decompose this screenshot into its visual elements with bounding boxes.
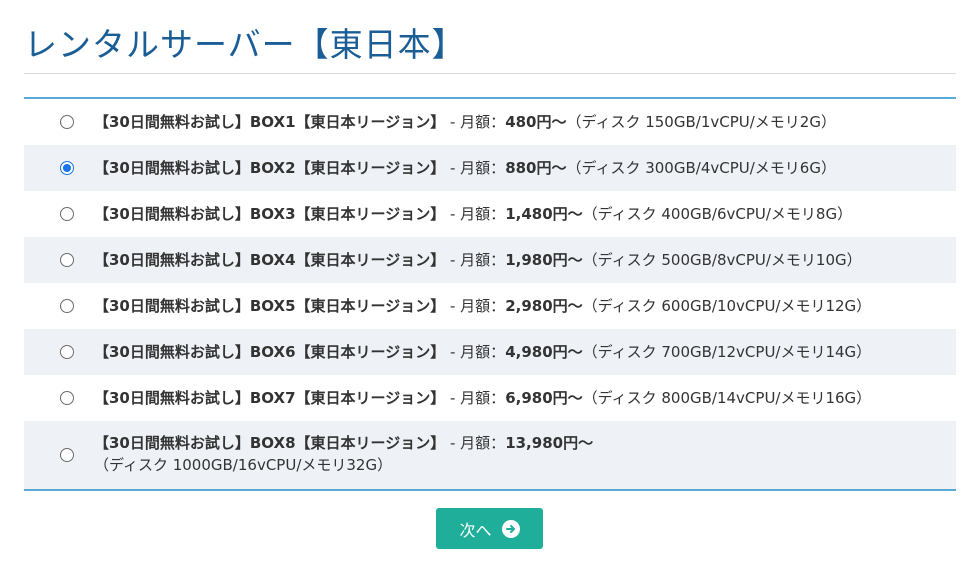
plan-label: 【30日間無料お試し】BOX8【東日本リージョン】 - 月額：13,980円〜 （… xyxy=(94,432,886,476)
radio-box2[interactable] xyxy=(60,161,74,175)
price-prefix: - 月額： xyxy=(445,297,506,315)
plan-label: 【30日間無料お試し】BOX5【東日本リージョン】 - 月額：2,980円〜（デ… xyxy=(94,295,916,317)
plan-option-box6[interactable]: 【30日間無料お試し】BOX6【東日本リージョン】 - 月額：4,980円〜（デ… xyxy=(24,329,956,375)
title-divider xyxy=(24,73,956,74)
plan-price: 1,480円〜 xyxy=(505,205,583,223)
radio-box7[interactable] xyxy=(60,391,74,405)
price-prefix: - 月額： xyxy=(445,251,506,269)
radio-box1[interactable] xyxy=(60,115,74,129)
plan-price: 6,980円〜 xyxy=(505,389,583,407)
radio-box4[interactable] xyxy=(60,253,74,267)
plan-spec: （ディスク 400GB/6vCPU/メモリ8G） xyxy=(582,205,853,223)
plan-price: 2,980円〜 xyxy=(505,297,583,315)
plan-name: 【30日間無料お試し】BOX6【東日本リージョン】 xyxy=(94,343,446,361)
page-title: レンタルサーバー【東日本】 xyxy=(24,25,466,64)
plan-spec: （ディスク 1000GB/16vCPU/メモリ32G） xyxy=(94,456,393,474)
plan-label: 【30日間無料お試し】BOX7【東日本リージョン】 - 月額：6,980円〜（デ… xyxy=(94,387,916,409)
radio-box3[interactable] xyxy=(60,207,74,221)
price-prefix: - 月額： xyxy=(445,434,506,452)
plan-price: 480円〜 xyxy=(505,113,567,131)
plan-name: 【30日間無料お試し】BOX2【東日本リージョン】 xyxy=(94,159,446,177)
plan-name: 【30日間無料お試し】BOX8【東日本リージョン】 xyxy=(94,434,446,452)
plan-spec: （ディスク 150GB/1vCPU/メモリ2G） xyxy=(566,113,836,131)
plan-spec: （ディスク 800GB/14vCPU/メモリ16G） xyxy=(582,389,872,407)
next-button-label: 次へ xyxy=(459,520,492,540)
plan-price: 880円〜 xyxy=(505,159,567,177)
price-prefix: - 月額： xyxy=(445,159,506,177)
radio-box6[interactable] xyxy=(60,345,74,359)
plan-name: 【30日間無料お試し】BOX7【東日本リージョン】 xyxy=(94,389,446,407)
plan-option-box7[interactable]: 【30日間無料お試し】BOX7【東日本リージョン】 - 月額：6,980円〜（デ… xyxy=(24,375,956,421)
price-prefix: - 月額： xyxy=(445,343,506,361)
plan-spec: （ディスク 300GB/4vCPU/メモリ6G） xyxy=(566,159,836,177)
next-button[interactable]: 次へ xyxy=(436,508,543,549)
plan-label: 【30日間無料お試し】BOX1【東日本リージョン】 - 月額：480円〜（ディス… xyxy=(94,111,916,133)
plan-spec: （ディスク 500GB/8vCPU/メモリ10G） xyxy=(582,251,862,269)
price-prefix: - 月額： xyxy=(445,389,506,407)
arrow-right-circle-icon xyxy=(501,519,520,538)
plan-option-box5[interactable]: 【30日間無料お試し】BOX5【東日本リージョン】 - 月額：2,980円〜（デ… xyxy=(24,283,956,329)
plan-label: 【30日間無料お試し】BOX4【東日本リージョン】 - 月額：1,980円〜（デ… xyxy=(94,249,916,271)
plan-option-box2[interactable]: 【30日間無料お試し】BOX2【東日本リージョン】 - 月額：880円〜（ディス… xyxy=(24,145,956,191)
plan-option-box4[interactable]: 【30日間無料お試し】BOX4【東日本リージョン】 - 月額：1,980円〜（デ… xyxy=(24,237,956,283)
plan-price: 1,980円〜 xyxy=(505,251,583,269)
plan-spec: （ディスク 700GB/12vCPU/メモリ14G） xyxy=(582,343,872,361)
plan-spec: （ディスク 600GB/10vCPU/メモリ12G） xyxy=(582,297,872,315)
plan-name: 【30日間無料お試し】BOX1【東日本リージョン】 xyxy=(94,113,446,131)
plan-name: 【30日間無料お試し】BOX5【東日本リージョン】 xyxy=(94,297,446,315)
price-prefix: - 月額： xyxy=(445,113,506,131)
plan-option-box8[interactable]: 【30日間無料お試し】BOX8【東日本リージョン】 - 月額：13,980円〜 （… xyxy=(24,421,956,489)
price-prefix: - 月額： xyxy=(445,205,506,223)
plan-price: 4,980円〜 xyxy=(505,343,583,361)
plan-name: 【30日間無料お試し】BOX4【東日本リージョン】 xyxy=(94,251,446,269)
plan-price: 13,980円〜 xyxy=(505,434,594,452)
plan-name: 【30日間無料お試し】BOX3【東日本リージョン】 xyxy=(94,205,446,223)
plan-option-box3[interactable]: 【30日間無料お試し】BOX3【東日本リージョン】 - 月額：1,480円〜（デ… xyxy=(24,191,956,237)
plan-list: 【30日間無料お試し】BOX1【東日本リージョン】 - 月額：480円〜（ディス… xyxy=(24,97,956,491)
plan-option-box1[interactable]: 【30日間無料お試し】BOX1【東日本リージョン】 - 月額：480円〜（ディス… xyxy=(24,99,956,145)
plan-label: 【30日間無料お試し】BOX6【東日本リージョン】 - 月額：4,980円〜（デ… xyxy=(94,341,916,363)
plan-label: 【30日間無料お試し】BOX2【東日本リージョン】 - 月額：880円〜（ディス… xyxy=(94,157,916,179)
radio-box5[interactable] xyxy=(60,299,74,313)
radio-box8[interactable] xyxy=(60,448,74,462)
plan-label: 【30日間無料お試し】BOX3【東日本リージョン】 - 月額：1,480円〜（デ… xyxy=(94,203,916,225)
